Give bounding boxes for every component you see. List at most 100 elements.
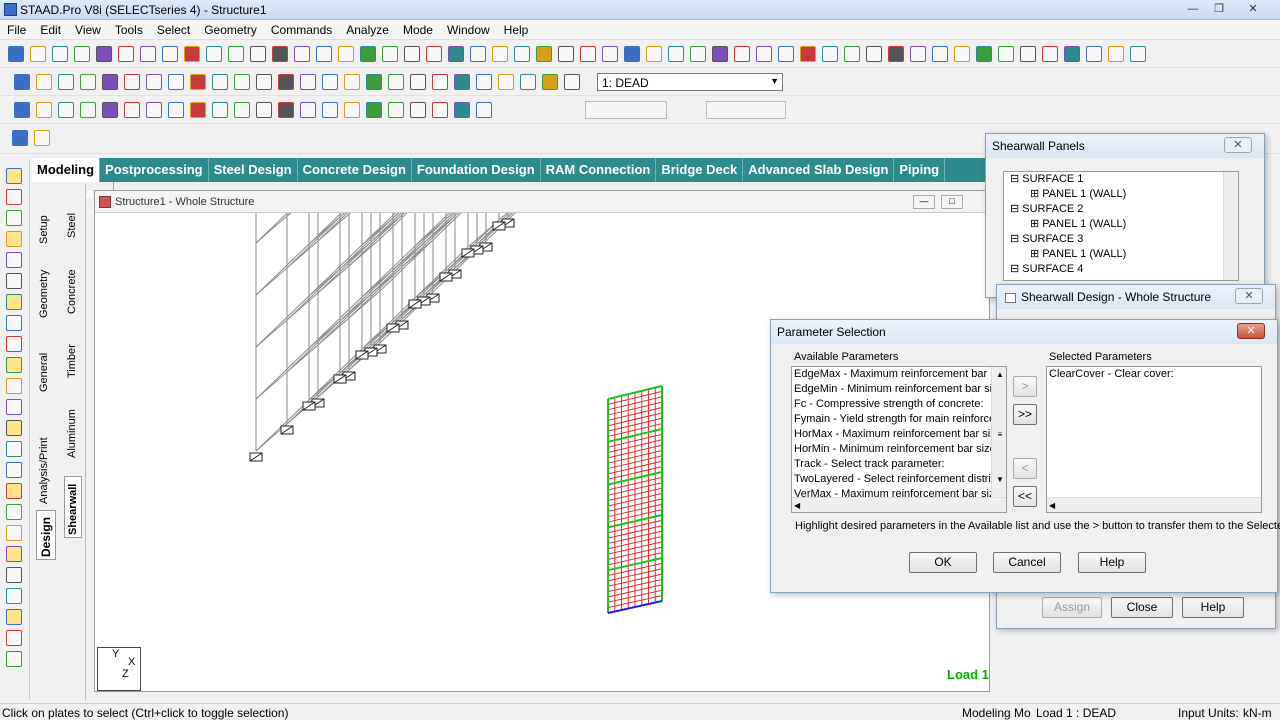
toolbar-tool-icon[interactable] [932,46,948,62]
toolbar-tool-icon[interactable] [410,102,426,118]
side-tool-icon[interactable] [6,525,22,541]
list-item[interactable]: HorMin - Minimum reinforcement bar size … [792,442,1006,457]
toolbar-tool-icon[interactable] [1020,46,1036,62]
tree-surface-3[interactable]: ⊟ SURFACE 3 [1004,232,1238,247]
toolbar-tool-icon[interactable] [234,102,250,118]
toolbar-tool-icon[interactable] [272,46,288,62]
viewport-maximize-icon[interactable]: □ [941,195,963,209]
panels-tree[interactable]: ⊟ SURFACE 1 ⊞ PANEL 1 (WALL) ⊟ SURFACE 2… [1003,171,1239,281]
toolbar-tool-icon[interactable] [146,74,162,90]
sidetab-timber[interactable]: Timber [66,334,78,378]
tree-panel-2[interactable]: ⊞ PANEL 1 (WALL) [1004,217,1238,232]
toolbar-tool-icon[interactable] [734,46,750,62]
toolbar-tool-icon[interactable] [1086,46,1102,62]
assign-button[interactable]: Assign [1042,597,1102,618]
toolbar-tool-icon[interactable] [454,74,470,90]
tab-concrete-design[interactable]: Concrete Design [298,158,412,182]
sidetab-design[interactable]: Design [36,510,56,560]
toolbar-tool-icon[interactable] [58,74,74,90]
toolbar-tool-icon[interactable] [190,102,206,118]
toolbar-tool-icon[interactable] [212,102,228,118]
toolbar-tool-icon[interactable] [388,74,404,90]
toolbar-tool-icon[interactable] [476,102,492,118]
toolbar-tool-icon[interactable] [432,102,448,118]
menu-window[interactable]: Window [440,20,497,37]
toolbar-tool-icon[interactable] [470,46,486,62]
side-tool-icon[interactable] [6,189,22,205]
tab-modeling[interactable]: Modeling [32,158,101,182]
toolbar-tool-icon[interactable] [514,46,530,62]
toolbar-tool-icon[interactable] [1130,46,1146,62]
toolbar-tool-icon[interactable] [212,74,228,90]
toolbar-tool-icon[interactable] [256,74,272,90]
toolbar-tool-icon[interactable] [34,130,50,146]
toolbar-tool-icon[interactable] [976,46,992,62]
tree-scrollbar[interactable] [1223,172,1238,280]
toolbar-tool-icon[interactable] [888,46,904,62]
toolbar-tool-icon[interactable] [404,46,420,62]
toolbar-tool-icon[interactable] [536,46,552,62]
toolbar-tool-icon[interactable] [366,102,382,118]
toolbar-tool-icon[interactable] [448,46,464,62]
toolbar-tool-icon[interactable] [564,74,580,90]
shearwall-design-close-icon[interactable]: ✕ [1235,288,1263,304]
list-item[interactable]: Fc - Compressive strength of concrete: [792,397,1006,412]
toolbar-tool-icon[interactable] [58,102,74,118]
toolbar-tool-icon[interactable] [338,46,354,62]
toolbar-tool-icon[interactable] [558,46,574,62]
side-tool-icon[interactable] [6,231,22,247]
toolbar-tool-icon[interactable] [476,74,492,90]
toolbar-tool-icon[interactable] [498,74,514,90]
side-tool-icon[interactable] [6,294,22,310]
tree-panel-3[interactable]: ⊞ PANEL 1 (WALL) [1004,247,1238,262]
side-tool-icon[interactable] [6,546,22,562]
available-hscrollbar[interactable]: ◀ [792,497,1006,512]
toolbar-tool-icon[interactable] [118,46,134,62]
side-tool-icon[interactable] [6,462,22,478]
restore-icon[interactable]: ❐ [1206,1,1232,17]
toolbar-tool-icon[interactable] [30,46,46,62]
list-item[interactable]: Fymain - Yield strength for main reinfor… [792,412,1006,427]
ok-button[interactable]: OK [909,552,977,573]
toolbar-tool-icon[interactable] [690,46,706,62]
tab-steel-design[interactable]: Steel Design [209,158,298,182]
tab-postprocessing[interactable]: Postprocessing [100,158,209,182]
toolbar-tool-icon[interactable] [712,46,728,62]
toolbar-tool-icon[interactable] [52,46,68,62]
toolbar-tool-icon[interactable] [344,102,360,118]
toolbar-tool-icon[interactable] [168,102,184,118]
toolbar-tool-icon[interactable] [206,46,222,62]
toolbar-tool-icon[interactable] [432,74,448,90]
side-tool-icon[interactable] [6,504,22,520]
side-tool-icon[interactable] [6,441,22,457]
side-tool-icon[interactable] [6,336,22,352]
toolbar-tool-icon[interactable] [998,46,1014,62]
viewport-minimize-icon[interactable]: — [913,195,935,209]
toolbar-tool-icon[interactable] [1108,46,1124,62]
toolbar-tool-icon[interactable] [492,46,508,62]
list-item[interactable]: TwoLayered - Select reinforcement distri… [792,472,1006,487]
menu-mode[interactable]: Mode [396,20,440,37]
toolbar-tool-icon[interactable] [844,46,860,62]
toolbar-tool-icon[interactable] [146,102,162,118]
side-tool-icon[interactable] [6,378,22,394]
toolbar-tool-icon[interactable] [800,46,816,62]
side-tool-icon[interactable] [6,630,22,646]
selected-list[interactable]: ClearCover - Clear cover: ◀ [1046,366,1262,513]
shearwall-panels-close-icon[interactable]: ✕ [1224,137,1252,153]
menu-view[interactable]: View [68,20,108,37]
menu-select[interactable]: Select [150,20,197,37]
side-tool-icon[interactable] [6,651,22,667]
toolbar-tool-icon[interactable] [382,46,398,62]
help-button[interactable]: Help [1182,597,1244,618]
side-tool-icon[interactable] [6,273,22,289]
sidetab-geometry[interactable]: Geometry [38,258,50,318]
toolbar-tool-icon[interactable] [184,46,200,62]
side-tool-icon[interactable] [6,399,22,415]
tab-advanced-slab-design[interactable]: Advanced Slab Design [743,158,895,182]
close-icon[interactable]: ✕ [1240,1,1266,17]
toolbar-tool-icon[interactable] [388,102,404,118]
toolbar-tool-icon[interactable] [366,74,382,90]
toolbar-tool-icon[interactable] [96,46,112,62]
toolbar-tool-icon[interactable] [36,102,52,118]
